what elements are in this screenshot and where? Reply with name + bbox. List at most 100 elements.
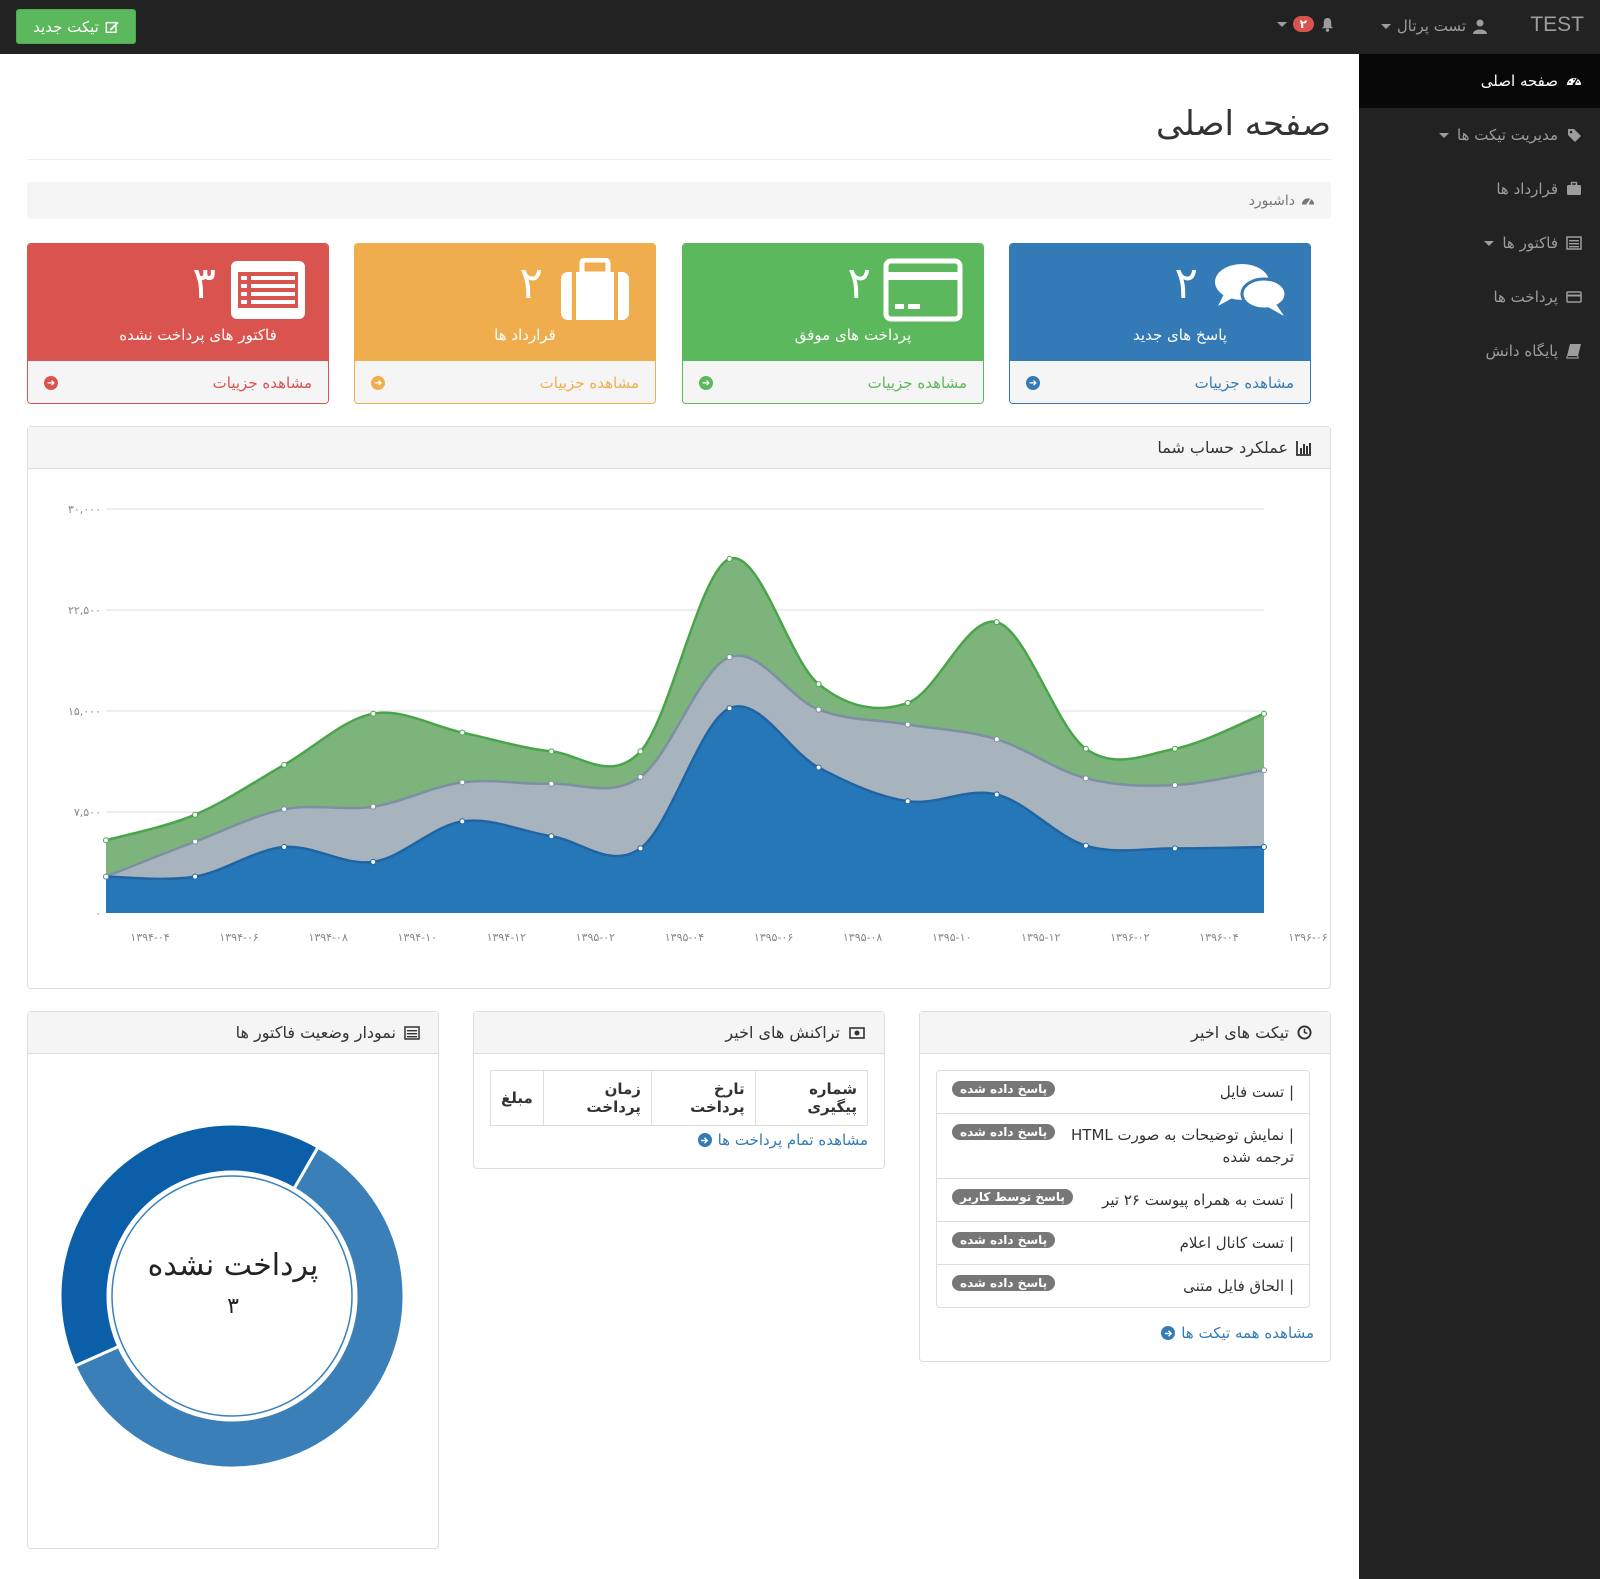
sidebar-item-label: مدیریت تیکت ها bbox=[1457, 126, 1558, 144]
card-details-link[interactable]: مشاهده جزییات ➜ bbox=[683, 361, 983, 403]
list-item[interactable]: | تست فایل پاسخ داده شده bbox=[937, 1071, 1309, 1114]
data-point bbox=[637, 773, 644, 780]
list-item[interactable]: | تست کانال اعلام پاسخ داده شده bbox=[937, 1222, 1309, 1265]
breadcrumb: داشبورد bbox=[27, 182, 1331, 219]
chevron-down-icon bbox=[1484, 240, 1495, 246]
sidebar-item-knowledge-base[interactable]: پایگاه دانش bbox=[1359, 324, 1600, 378]
status-badge: پاسخ داده شده bbox=[952, 1081, 1056, 1097]
sidebar-item-tickets[interactable]: مدیریت تیکت ها bbox=[1359, 108, 1600, 162]
performance-panel: عملکرد حساب شما ۰ ۷,۵۰۰ ۱۵,۰۰۰ ۲۲,۵۰۰ ۳۰,۰۰۰… bbox=[27, 426, 1331, 989]
panel-heading: تیکت های اخیر bbox=[920, 1012, 1330, 1054]
x-tick-label: ۱۳۹۶-۰۲ bbox=[1110, 931, 1150, 944]
arrow-circle-right-icon: ➜ bbox=[44, 376, 58, 390]
panel-title: تیکت های اخیر bbox=[1191, 1023, 1289, 1042]
chevron-down-icon bbox=[1380, 23, 1391, 29]
y-tick-label: ۳۰,۰۰۰ bbox=[68, 503, 101, 516]
view-all-payments-link[interactable]: مشاهده تمام پرداخت ها bbox=[697, 1131, 868, 1149]
data-point bbox=[993, 791, 1000, 798]
data-point bbox=[993, 619, 1000, 626]
card-value: ۲ bbox=[1174, 258, 1198, 309]
status-badge: پاسخ داده شده bbox=[952, 1275, 1056, 1291]
data-point bbox=[192, 811, 199, 818]
card-link-label: مشاهده جزییات bbox=[539, 374, 639, 392]
card-contracts: ۲ قرارداد ها مشاهده جزییات ➜ bbox=[354, 243, 656, 404]
list-alt-icon bbox=[231, 261, 305, 319]
column-header: شماره پیگیری bbox=[754, 1070, 869, 1126]
recent-transactions-panel: تراکنش های اخیر شماره پیگیری تارخ پرداخت… bbox=[473, 1011, 885, 1169]
sidebar-item-contracts[interactable]: قرارداد ها bbox=[1359, 162, 1600, 216]
chevron-down-icon bbox=[1276, 21, 1287, 27]
sidebar-item-home[interactable]: صفحه اصلی bbox=[1359, 54, 1600, 108]
list-item[interactable]: | الحاق فایل متنی پاسخ داده شده bbox=[937, 1265, 1309, 1307]
data-point bbox=[281, 761, 288, 768]
data-point bbox=[1171, 782, 1178, 789]
data-point bbox=[1082, 745, 1089, 752]
ticket-name: | تست فایل bbox=[1219, 1083, 1294, 1101]
data-point bbox=[815, 706, 822, 713]
data-point bbox=[1082, 775, 1089, 782]
column-header: مبلغ bbox=[490, 1070, 544, 1126]
card-link-label: مشاهده جزییات bbox=[1194, 374, 1294, 392]
data-point bbox=[281, 806, 288, 813]
column-header: تارخ پرداخت bbox=[650, 1070, 756, 1126]
brand-logo[interactable]: TEST bbox=[1530, 13, 1584, 37]
list-item[interactable]: | تست به همراه پیوست ۲۶ تیر پاسخ توسط کا… bbox=[937, 1179, 1309, 1222]
x-tick-label: ۱۳۹۵-۱۰ bbox=[932, 931, 971, 944]
x-tick-label: ۱۳۹۵-۰۲ bbox=[576, 931, 616, 944]
page-title: صفحه اصلی bbox=[1156, 104, 1331, 144]
user-menu[interactable]: تست پرتال bbox=[1380, 17, 1488, 35]
list-item[interactable]: | نمایش توضیحات به صورت HTML ترجمه شده پ… bbox=[937, 1114, 1309, 1179]
card-details-link[interactable]: مشاهده جزییات ➜ bbox=[1010, 361, 1310, 403]
credit-card-icon bbox=[883, 258, 963, 322]
sidebar-item-label: صفحه اصلی bbox=[1480, 72, 1558, 90]
x-tick-label: ۱۳۹۵-۰۶ bbox=[754, 931, 793, 944]
notifications-menu[interactable]: ۲ bbox=[1276, 16, 1335, 32]
money-icon bbox=[849, 1026, 865, 1039]
credit-card-icon bbox=[1566, 291, 1582, 303]
data-point bbox=[370, 710, 377, 717]
panel-heading: تراکنش های اخیر bbox=[474, 1012, 884, 1054]
list-alt-icon bbox=[1566, 236, 1582, 250]
arrow-circle-right-icon: ➜ bbox=[1026, 376, 1040, 390]
arrow-circle-right-icon: ➜ bbox=[699, 376, 713, 390]
x-tick-label: ۱۳۹۴-۰۶ bbox=[219, 931, 258, 944]
card-caption: پاسخ های جدید bbox=[1133, 326, 1227, 344]
sidebar-item-invoices[interactable]: فاکتور ها bbox=[1359, 216, 1600, 270]
card-value: ۲ bbox=[847, 258, 871, 309]
panel-heading: عملکرد حساب شما bbox=[28, 427, 1330, 469]
data-point bbox=[993, 736, 1000, 743]
transactions-table: شماره پیگیری تارخ پرداخت زمان پرداخت مبل… bbox=[490, 1070, 869, 1126]
ticket-name: | تست کانال اعلام bbox=[1179, 1234, 1294, 1252]
list-alt-icon bbox=[404, 1025, 420, 1040]
x-tick-label: ۱۳۹۴-۰۴ bbox=[130, 931, 170, 944]
card-details-link[interactable]: مشاهده جزییات ➜ bbox=[28, 361, 328, 403]
x-tick-label: ۱۳۹۴-۰۸ bbox=[308, 931, 348, 944]
data-point bbox=[459, 729, 466, 736]
card-details-link[interactable]: مشاهده جزییات ➜ bbox=[355, 361, 655, 403]
arrow-circle-right-icon bbox=[1161, 1326, 1176, 1340]
x-tick-label: ۱۳۹۶-۰۶ bbox=[1288, 931, 1327, 944]
column-header: زمان پرداخت bbox=[542, 1070, 652, 1126]
sidebar: صفحه اصلی مدیریت تیکت ها قرارداد ها فاکت… bbox=[1359, 54, 1600, 1579]
status-badge: پاسخ داده شده bbox=[952, 1232, 1056, 1248]
breadcrumb-label: داشبورد bbox=[1248, 192, 1295, 209]
arrow-circle-right-icon bbox=[697, 1133, 712, 1147]
data-point bbox=[1261, 844, 1267, 851]
card-caption: قرارداد ها bbox=[494, 326, 556, 344]
data-point bbox=[904, 699, 911, 706]
data-point bbox=[1171, 845, 1178, 852]
x-tick-label: ۱۳۹۴-۱۲ bbox=[487, 931, 527, 944]
x-tick-label: ۱۳۹۶-۰۴ bbox=[1199, 931, 1239, 944]
link-label: مشاهده تمام پرداخت ها bbox=[717, 1131, 868, 1149]
donut-segment-2 bbox=[58, 1122, 321, 1368]
data-point bbox=[459, 818, 466, 825]
edit-icon bbox=[105, 21, 119, 33]
ticket-name: | نمایش توضیحات به صورت HTML ترجمه شده bbox=[1071, 1126, 1294, 1166]
data-point bbox=[103, 837, 109, 844]
new-ticket-button[interactable]: تیکت جدید bbox=[16, 9, 136, 44]
status-badge: پاسخ داده شده bbox=[952, 1124, 1056, 1140]
view-all-tickets-link[interactable]: مشاهده همه تیکت ها bbox=[1161, 1324, 1314, 1342]
tag-icon bbox=[1568, 129, 1581, 142]
dashboard-icon bbox=[1567, 78, 1581, 86]
sidebar-item-payments[interactable]: پرداخت ها bbox=[1359, 270, 1600, 324]
